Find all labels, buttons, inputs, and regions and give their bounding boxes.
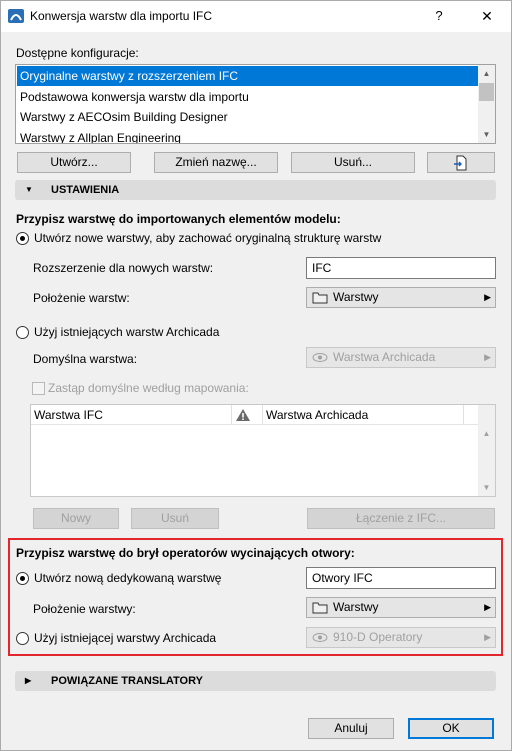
table-header: Warstwa IFC Warstwa Archicada	[31, 405, 480, 425]
scroll-down-icon[interactable]: ▼	[478, 126, 495, 143]
warning-icon	[236, 409, 250, 421]
use-existing-layers-label[interactable]: Użyj istniejących warstw Archicada	[34, 325, 219, 339]
translators-header-label: POWIĄZANE TRANSLATORY	[51, 675, 203, 687]
cancel-button[interactable]: Anuluj	[308, 718, 394, 739]
replace-default-checkbox[interactable]	[32, 382, 45, 395]
config-item[interactable]: Warstwy z Allplan Engineering	[17, 128, 479, 143]
delete-mapping-button[interactable]: Usuń	[131, 508, 219, 529]
expand-triangle-icon: ▶	[25, 676, 32, 685]
table-scrollbar[interactable]: ▲ ▼	[478, 405, 495, 496]
dropdown-arrow-icon: ▶	[484, 352, 491, 362]
default-layer-dropdown[interactable]: Warstwa Archicada ▶	[306, 347, 496, 368]
folder-icon	[312, 292, 328, 304]
scroll-up-icon[interactable]: ▲	[478, 425, 495, 442]
config-item[interactable]: Warstwy z AECOsim Building Designer	[17, 107, 479, 127]
import-file-button[interactable]	[427, 152, 495, 173]
replace-default-label: Zastąp domyślne według mapowania:	[48, 381, 249, 395]
import-assign-title: Przypisz warstwę do importowanych elemen…	[16, 212, 341, 226]
openings-position-label: Położenie warstwy:	[33, 602, 136, 616]
openings-layer-input[interactable]: Otwory IFC	[306, 567, 496, 589]
use-existing-layers-radio[interactable]	[16, 326, 29, 339]
help-button[interactable]: ?	[424, 6, 454, 26]
archicad-icon	[8, 9, 24, 23]
default-layer-label: Domyślna warstwa:	[33, 352, 138, 366]
existing-layer-dropdown[interactable]: 910-D Operatory ▶	[306, 627, 496, 648]
configs-label: Dostępne konfiguracje:	[16, 46, 139, 60]
config-item[interactable]: Podstawowa konwersja warstw dla importu	[17, 87, 479, 107]
create-dedicated-layer-radio[interactable]	[16, 572, 29, 585]
use-existing-layer-radio[interactable]	[16, 632, 29, 645]
col-archicad-layer: Warstwa Archicada	[266, 408, 369, 422]
translators-section-header[interactable]: ▶ POWIĄZANE TRANSLATORY	[15, 671, 496, 691]
close-button[interactable]: ✕	[472, 6, 502, 26]
eye-icon	[312, 353, 328, 362]
default-layer-value: Warstwa Archicada	[333, 350, 436, 364]
dropdown-arrow-icon: ▶	[484, 292, 491, 302]
column-separator	[463, 405, 464, 425]
rename-button[interactable]: Zmień nazwę...	[154, 152, 278, 173]
eye-icon	[312, 633, 328, 642]
dropdown-arrow-icon: ▶	[484, 602, 491, 612]
extension-input[interactable]: IFC	[306, 257, 496, 279]
ok-button[interactable]: OK	[408, 718, 494, 739]
merge-ifc-button[interactable]: Łączenie z IFC...	[307, 508, 495, 529]
new-mapping-button[interactable]: Nowy	[33, 508, 119, 529]
use-existing-layer-label[interactable]: Użyj istniejącej warstwy Archicada	[34, 631, 216, 645]
collapse-triangle-icon: ▼	[25, 185, 33, 194]
create-button[interactable]: Utwórz...	[17, 152, 131, 173]
existing-layer-value: 910-D Operatory	[333, 630, 423, 644]
settings-header-label: USTAWIENIA	[51, 184, 120, 196]
openings-assign-title: Przypisz warstwę do brył operatorów wyci…	[16, 546, 355, 560]
scroll-down-icon[interactable]: ▼	[478, 479, 495, 496]
configs-scrollbar[interactable]: ▲ ▼	[478, 65, 495, 143]
scroll-thumb[interactable]	[479, 83, 494, 101]
openings-position-dropdown[interactable]: Warstwy ▶	[306, 597, 496, 618]
position-label: Położenie warstw:	[33, 291, 130, 305]
folder-icon	[312, 602, 328, 614]
position-dropdown[interactable]: Warstwy ▶	[306, 287, 496, 308]
file-import-icon	[454, 155, 467, 171]
create-new-layers-radio[interactable]	[16, 232, 29, 245]
dropdown-arrow-icon: ▶	[484, 632, 491, 642]
mapping-table[interactable]: Warstwa IFC Warstwa Archicada ▲ ▼	[30, 404, 496, 497]
openings-position-value: Warstwy	[333, 600, 379, 614]
config-item[interactable]: Oryginalne warstwy z rozszerzeniem IFC	[17, 66, 479, 86]
create-new-layers-label[interactable]: Utwórz nowe warstwy, aby zachować orygin…	[34, 231, 381, 245]
column-separator	[231, 405, 232, 425]
position-value: Warstwy	[333, 290, 379, 304]
create-dedicated-layer-label[interactable]: Utwórz nową dedykowaną warstwę	[34, 571, 221, 585]
configs-listbox[interactable]: Oryginalne warstwy z rozszerzeniem IFC P…	[15, 64, 496, 144]
delete-button[interactable]: Usuń...	[291, 152, 415, 173]
col-ifc-layer: Warstwa IFC	[34, 408, 103, 422]
window-title: Konwersja warstw dla importu IFC	[30, 9, 213, 23]
extension-label: Rozszerzenie dla nowych warstw:	[33, 261, 214, 275]
scroll-up-icon[interactable]: ▲	[478, 65, 495, 82]
settings-section-header[interactable]: ▼ USTAWIENIA	[15, 180, 496, 200]
